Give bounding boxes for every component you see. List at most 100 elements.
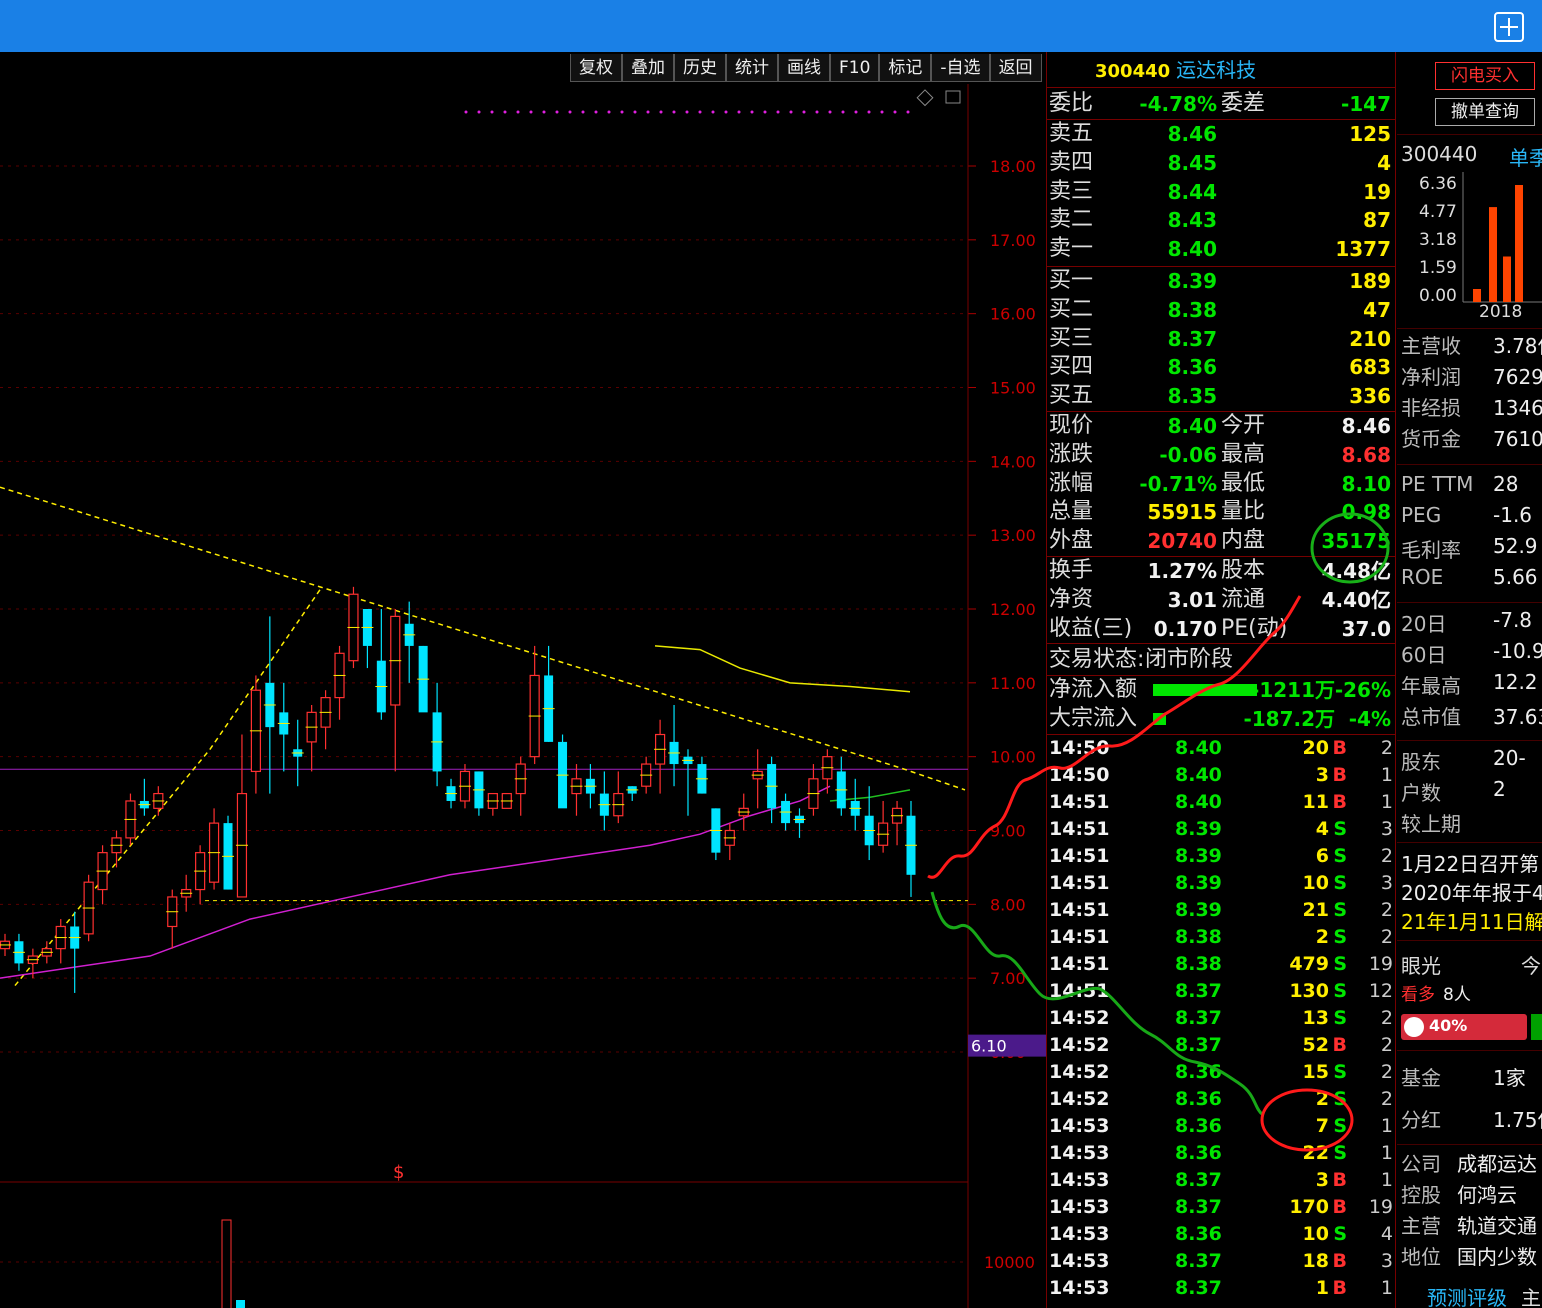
bids-level[interactable]: 买三 8.37 210 <box>1047 325 1395 354</box>
bids-level[interactable]: 买四 8.36 683 <box>1047 353 1395 382</box>
bids-level[interactable]: 买一 8.39 189 <box>1047 267 1395 296</box>
stat-row[interactable]: 涨跌 -0.06 最高 8.68 <box>1047 441 1395 470</box>
stat2-row[interactable]: 收益(三) 0.170 PE(动) 37.0 <box>1047 615 1395 644</box>
bids-level[interactable]: 买五 8.35 336 <box>1047 382 1395 411</box>
tick-row[interactable]: 14:53 8.37 3 B 1 <box>1047 1167 1395 1194</box>
misc-row-value: 1.75亿(6 <box>1493 1108 1542 1132</box>
tick-time: 14:51 <box>1049 844 1110 867</box>
tick-price: 8.40 <box>1175 763 1222 786</box>
fin-bar <box>1515 185 1523 302</box>
cancel-query-button[interactable]: 撤单查询 <box>1435 98 1535 126</box>
grid-icon[interactable] <box>1494 12 1524 42</box>
tick-row[interactable]: 14:51 8.39 6 S 2 <box>1047 843 1395 870</box>
stat2-row-label2: 股本 <box>1221 557 1266 583</box>
bids-price: 8.36 <box>1167 355 1217 380</box>
toolbar-btn-6[interactable]: 标记 <box>879 54 932 82</box>
asks-price: 8.44 <box>1167 179 1217 204</box>
asks-price: 8.45 <box>1167 150 1217 175</box>
tick-row[interactable]: 14:53 8.37 1 B 1 <box>1047 1275 1395 1302</box>
toolbar-btn-7[interactable]: -自选 <box>931 54 990 82</box>
stock-name[interactable]: 运达科技 <box>1176 58 1256 82</box>
toolbar-btn-0[interactable]: 复权 <box>570 54 622 82</box>
tick-row[interactable]: 14:53 8.36 22 S 1 <box>1047 1140 1395 1167</box>
val-row-value: -1.6 <box>1493 503 1533 527</box>
bids-price: 8.35 <box>1167 384 1217 409</box>
bull-bar: 40% <box>1401 1014 1527 1040</box>
stat2-row[interactable]: 净资 3.01 流通 4.40亿 <box>1047 586 1395 615</box>
stat2-row-value2: 4.48亿 <box>1321 558 1391 583</box>
news-item[interactable]: 21年1月11日解 <box>1401 906 1542 935</box>
stat-row-value2: 0.98 <box>1341 500 1391 525</box>
flow-label: 大宗流入 <box>1049 706 1138 732</box>
trade-status-label: 交易状态: <box>1049 647 1145 673</box>
tick-row[interactable]: 14:52 8.36 15 S 2 <box>1047 1059 1395 1086</box>
news-item[interactable]: 1月22日召开第 <box>1401 848 1542 877</box>
divider <box>1397 328 1542 329</box>
stat-row[interactable]: 总量 55915 量比 0.98 <box>1047 498 1395 527</box>
asks-level[interactable]: 卖三 8.44 19 <box>1047 178 1395 207</box>
tick-list[interactable]: 14:50 8.40 20 B 2 14:50 8.40 3 B 1 14:51 8.40 11 B 1 14… <box>1047 735 1395 1302</box>
tick-row[interactable]: 14:50 8.40 20 B 2 <box>1047 735 1395 762</box>
tick-count: 1 <box>1380 790 1393 813</box>
toolbar-btn-3[interactable]: 统计 <box>726 54 778 82</box>
tick-row[interactable]: 14:51 8.39 4 S 3 <box>1047 816 1395 843</box>
stat-row[interactable]: 涨幅 -0.71% 最低 8.10 <box>1047 470 1395 499</box>
tick-row[interactable]: 14:52 8.37 13 S 2 <box>1047 1005 1395 1032</box>
tick-count: 1 <box>1380 1276 1393 1299</box>
stat-row-value: 55915 <box>1147 500 1217 525</box>
tick-volume: 18 <box>1302 1249 1329 1272</box>
tick-row[interactable]: 14:51 8.39 10 S 3 <box>1047 870 1395 897</box>
fin-row-value: 7610万 <box>1493 427 1542 451</box>
toolbar-btn-5[interactable]: F10 <box>830 54 880 82</box>
tick-row[interactable]: 14:53 8.37 170 B 19 <box>1047 1194 1395 1221</box>
asks-level[interactable]: 卖二 8.43 87 <box>1047 206 1395 235</box>
tick-row[interactable]: 14:51 8.40 11 B 1 <box>1047 789 1395 816</box>
perf-row-value: 12.2 <box>1493 670 1538 694</box>
tick-volume: 130 <box>1289 979 1329 1002</box>
stat-row[interactable]: 现价 8.40 今开 8.46 <box>1047 412 1395 441</box>
tick-count: 2 <box>1380 925 1393 948</box>
holder-row: 较上期 <box>1401 808 1542 837</box>
toolbar-btn-8[interactable]: 返回 <box>989 54 1042 82</box>
stat-row-label: 总量 <box>1049 499 1094 525</box>
company-row-label: 地位 <box>1401 1245 1441 1269</box>
stat-row[interactable]: 外盘 20740 内盘 35175 <box>1047 527 1395 556</box>
flow-pct: -26% <box>1334 678 1391 703</box>
toolbar-btn-1[interactable]: 叠加 <box>622 54 674 82</box>
flow-amount: -187.2万 <box>1243 707 1335 732</box>
tick-row[interactable]: 14:52 8.37 52 B 2 <box>1047 1032 1395 1059</box>
info-panel: 闪电买入 撤单查询 300440 单季 6.36 4.77 3.18 1.59 0.00 2018… <box>1397 52 1542 1308</box>
divider <box>1397 464 1542 465</box>
stat-row-value: 8.40 <box>1167 413 1217 438</box>
fin-bar <box>1503 256 1511 302</box>
stat2-row-value: 1.27% <box>1147 558 1217 583</box>
tick-row[interactable]: 14:51 8.37 130 S 12 <box>1047 978 1395 1005</box>
tick-row[interactable]: 14:51 8.38 2 S 2 <box>1047 924 1395 951</box>
toolbar-btn-2[interactable]: 历史 <box>674 54 726 82</box>
rating-link-2[interactable]: 主 <box>1521 1282 1542 1308</box>
tick-row[interactable]: 14:51 8.39 21 S 2 <box>1047 897 1395 924</box>
val-row-label: ROE <box>1401 565 1444 589</box>
tick-row[interactable]: 14:53 8.36 10 S 4 <box>1047 1221 1395 1248</box>
stat2-row[interactable]: 换手 1.27% 股本 4.48亿 <box>1047 557 1395 586</box>
news-item[interactable]: 2020年年报于4 <box>1401 877 1542 906</box>
tick-row[interactable]: 14:53 8.36 7 S 1 <box>1047 1113 1395 1140</box>
tick-row[interactable]: 14:53 8.37 18 B 3 <box>1047 1248 1395 1275</box>
asks-level[interactable]: 卖五 8.46 125 <box>1047 120 1395 149</box>
asks-level[interactable]: 卖一 8.40 1377 <box>1047 235 1395 264</box>
tick-row[interactable]: 14:50 8.40 3 B 1 <box>1047 762 1395 789</box>
bids-level[interactable]: 买二 8.38 47 <box>1047 296 1395 325</box>
asks-level[interactable]: 卖四 8.45 4 <box>1047 149 1395 178</box>
tick-row[interactable]: 14:51 8.38 479 S 19 <box>1047 951 1395 978</box>
tick-row[interactable]: 14:52 8.36 2 S 2 <box>1047 1086 1395 1113</box>
flash-buy-button[interactable]: 闪电买入 <box>1435 62 1535 90</box>
stock-code: 300440 <box>1095 61 1171 82</box>
weibi-value: -4.78% <box>1139 92 1217 116</box>
bear-bar <box>1531 1014 1542 1040</box>
divider <box>1397 134 1542 135</box>
toolbar-btn-4[interactable]: 画线 <box>778 54 830 82</box>
perf-row-value: 37.63亿 <box>1493 705 1542 729</box>
capital-flow: 净流入额 -1211万 -26% 大宗流入 -187.2万 -4% <box>1047 676 1395 735</box>
tick-time: 14:50 <box>1049 736 1110 759</box>
tick-time: 14:53 <box>1049 1249 1110 1272</box>
